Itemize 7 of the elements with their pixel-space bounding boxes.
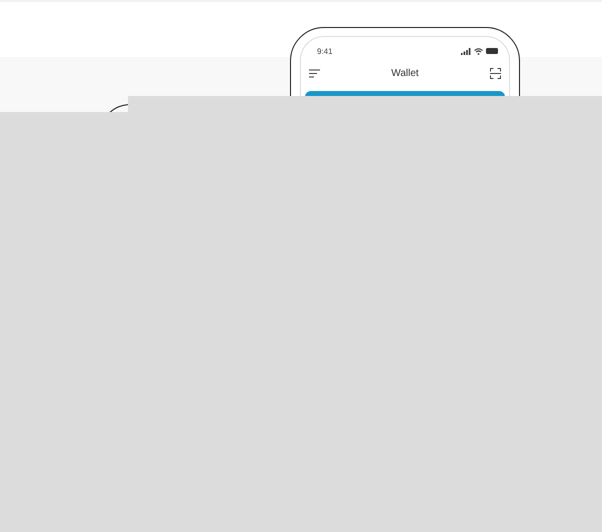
wifi-icon bbox=[474, 48, 483, 54]
status-time: 9:41 bbox=[317, 46, 333, 56]
screen-title: Wallet bbox=[391, 68, 419, 78]
menu-icon[interactable] bbox=[309, 68, 320, 78]
scan-icon[interactable] bbox=[490, 68, 501, 78]
battery-icon bbox=[486, 48, 499, 54]
signal-icon bbox=[461, 48, 471, 54]
